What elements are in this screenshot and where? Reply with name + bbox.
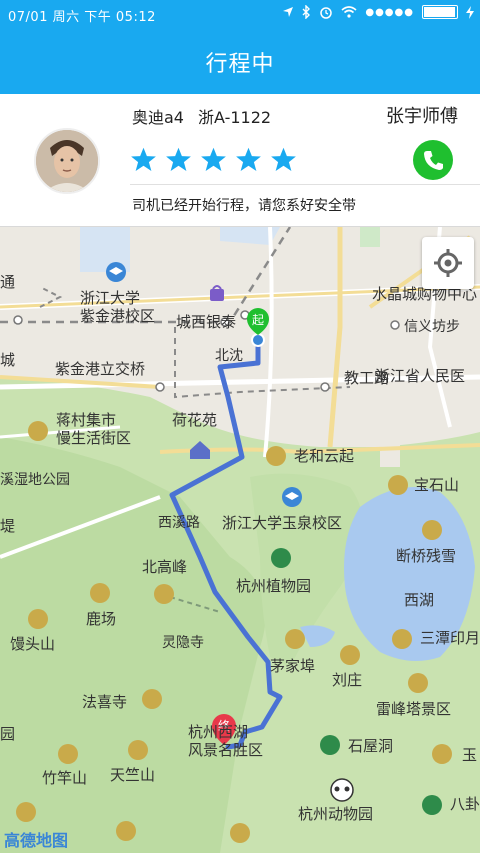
trip-notice: 司机已经开始行程，请您系好安全带: [132, 198, 356, 214]
star-icon: [236, 147, 261, 171]
map-label: 北沈: [215, 348, 243, 364]
driver-avatar[interactable]: [34, 128, 100, 194]
star-icon: [271, 147, 296, 171]
star-icon: [201, 147, 226, 171]
map-label: 雷峰塔景区: [376, 700, 451, 718]
map-label: 北高峰: [142, 558, 187, 576]
map-label: 老和云起: [294, 447, 354, 465]
status-left: 07/01 周六 下午 05:12: [8, 6, 156, 25]
map-label: 玉: [462, 746, 477, 764]
map-label: 石屋洞: [348, 737, 393, 755]
map-label: 竹竿山: [42, 769, 87, 787]
car-info: 奥迪a4 浙A-1122: [132, 104, 271, 128]
map-label: 信义坊步: [404, 319, 460, 335]
avatar-image: [36, 130, 98, 192]
map-label: 杭州动物园: [298, 805, 373, 823]
star-icon: [166, 147, 191, 171]
map-label: 三潭印月: [420, 629, 480, 647]
map-label: 八卦: [450, 795, 480, 813]
page-title: 行程中: [205, 52, 275, 77]
status-right: ●●●●●: [282, 5, 474, 19]
wifi-icon: [341, 6, 357, 18]
rating-stars: [130, 146, 297, 173]
map-label: 教工路: [344, 369, 389, 387]
map-label: 断桥残雪: [396, 547, 456, 565]
map-label: 城: [0, 351, 15, 369]
driver-name: 张宇师傅: [386, 106, 458, 127]
panda-icon: [330, 778, 354, 802]
signal-dots: ●●●●●: [365, 6, 414, 18]
alarm-icon: [320, 7, 333, 19]
app-bar: 行程中: [0, 28, 480, 94]
map-label: 法喜寺: [82, 693, 127, 711]
map-label: 通: [0, 273, 15, 291]
map-label: 城西银泰: [176, 313, 236, 331]
route-map[interactable]: 起 终 浙江大学紫金港校区 城西银泰 水晶城购物中心 信义坊步 紫金港立交桥 北…: [0, 227, 480, 853]
start-marker-label: 起: [252, 313, 264, 327]
map-label: 刘庄: [332, 671, 362, 689]
map-label: 堤: [0, 517, 15, 535]
car-model: 奥迪a4: [132, 108, 184, 127]
phone-icon: [424, 151, 443, 170]
map-label: 西湖: [404, 591, 434, 609]
status-weekday: 周六: [52, 10, 80, 25]
crosshair-icon: [434, 249, 462, 277]
location-arrow-icon: [283, 7, 294, 17]
map-label: 天竺山: [110, 766, 155, 784]
locate-me-button[interactable]: [422, 237, 474, 289]
map-label: 溪湿地公园: [0, 472, 70, 488]
map-label: 园: [0, 725, 15, 743]
school-icon: [106, 262, 126, 282]
call-driver-button[interactable]: [413, 140, 453, 180]
school-icon-2: [282, 487, 302, 507]
map-canvas: 起 终 浙江大学紫金港校区 城西银泰 水晶城购物中心 信义坊步 紫金港立交桥 北…: [0, 227, 480, 853]
driver-card: 奥迪a4 浙A-1122 张宇师傅 司机已经开始行程，请您系好安全带: [0, 94, 480, 227]
map-label: 荷花苑: [172, 411, 217, 429]
map-label: 茅家埠: [270, 657, 315, 675]
map-label: 灵隐寺: [162, 635, 204, 651]
star-icon: [131, 147, 156, 171]
status-date: 07/01: [8, 10, 48, 25]
amap-logo: 高德地图: [4, 831, 69, 850]
map-label: 宝石山: [414, 476, 459, 494]
card-divider: [130, 184, 480, 185]
status-bar: 07/01 周六 下午 05:12 ●●●●●: [0, 0, 480, 28]
map-label: 馒头山: [10, 635, 55, 653]
map-label: 鹿场: [86, 610, 116, 628]
bluetooth-icon: [302, 5, 311, 19]
map-label: 紫金港立交桥: [55, 360, 145, 378]
map-label: 西溪路: [158, 515, 200, 531]
car-plate: 浙A-1122: [198, 108, 272, 127]
map-label: 杭州植物园: [236, 577, 311, 595]
battery-icon: [422, 5, 458, 19]
status-time: 下午 05:12: [84, 10, 156, 25]
charging-icon: [466, 5, 474, 19]
map-label: 浙江大学玉泉校区: [222, 514, 342, 532]
